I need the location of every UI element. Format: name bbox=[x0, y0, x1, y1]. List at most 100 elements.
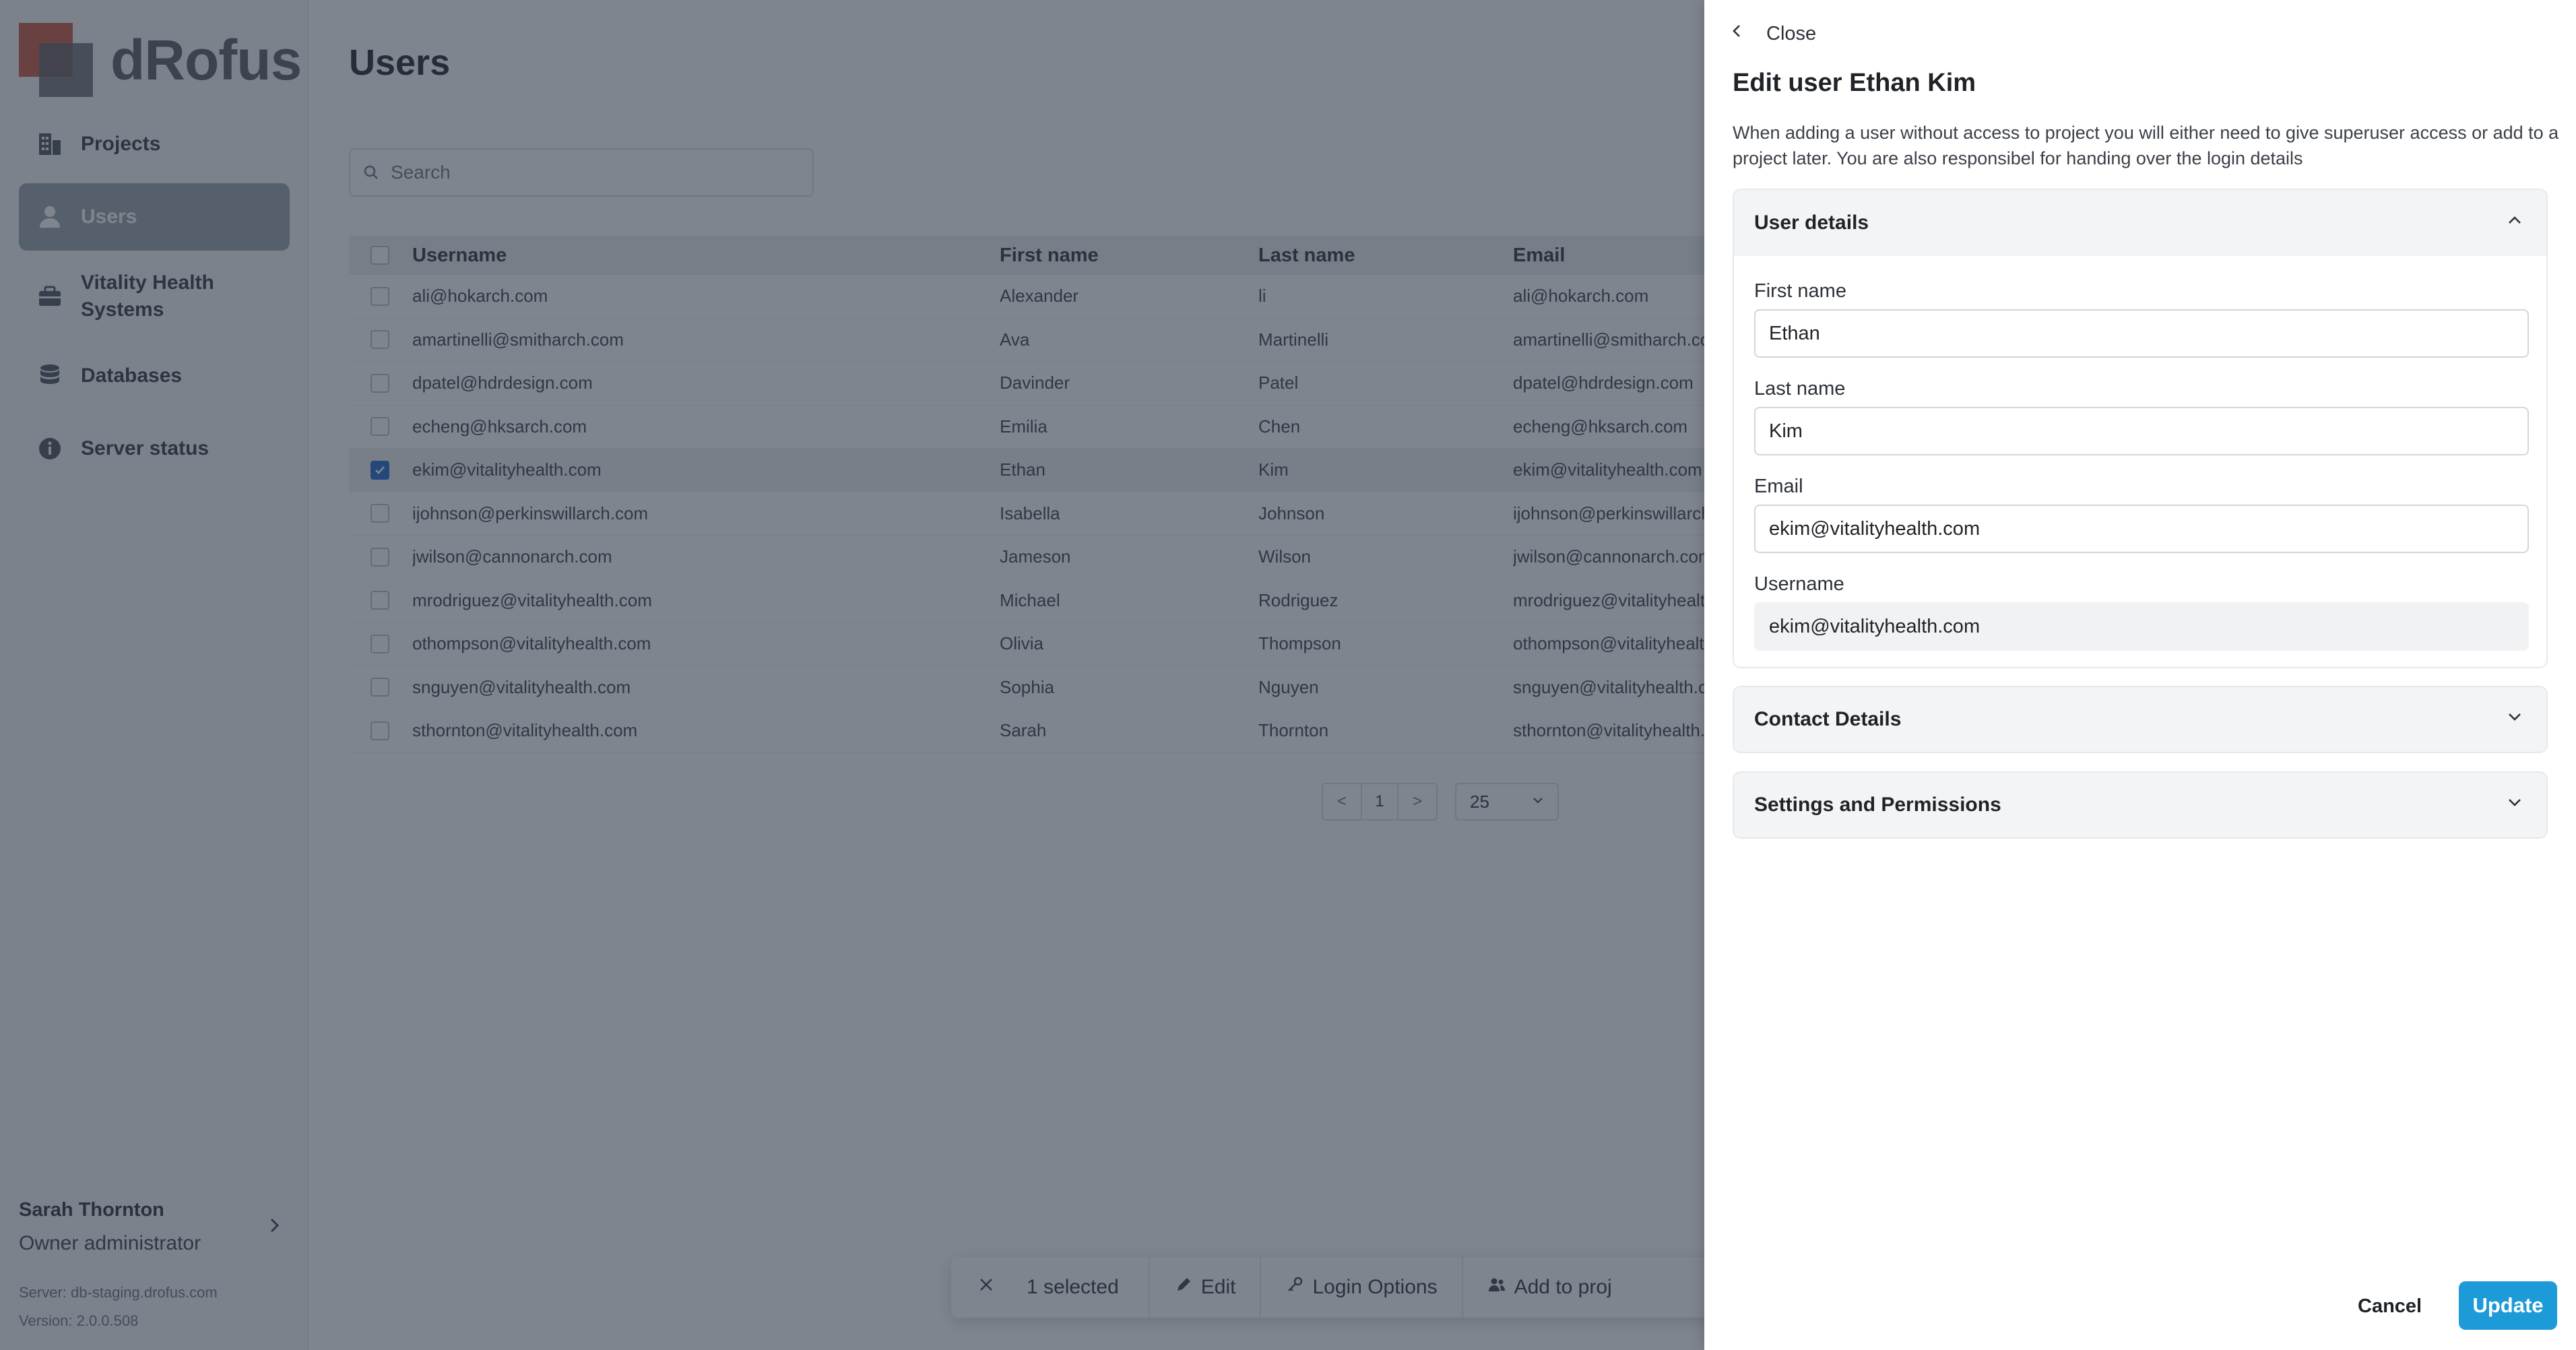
table-body: ali@hokarch.com Alexander li ali@hokarch.co… bbox=[349, 275, 1704, 753]
server-version: Version: 2.0.0.508 bbox=[19, 1312, 139, 1329]
cell-first-name: Ava bbox=[1000, 329, 1030, 350]
first-name-label: First name bbox=[1754, 280, 1846, 302]
clear-selection-button[interactable] bbox=[966, 1257, 1006, 1318]
sidebar-item-projects[interactable]: Projects bbox=[19, 110, 290, 178]
section-title: Contact Details bbox=[1754, 708, 1902, 730]
table-row[interactable]: ijohnson@perkinswillarch.com Isabella John… bbox=[349, 492, 1704, 536]
row-checkbox[interactable] bbox=[371, 721, 389, 740]
page-title: Users bbox=[349, 42, 451, 83]
cell-last-name: Johnson bbox=[1258, 503, 1325, 523]
next-page-button[interactable]: > bbox=[1398, 784, 1436, 819]
cell-username: amartinelli@smitharch.com bbox=[412, 329, 624, 350]
sidebar-item-databases[interactable]: Databases bbox=[19, 342, 290, 410]
table-row[interactable]: echeng@hksarch.com Emilia Chen echeng@hksar… bbox=[349, 406, 1704, 449]
login-options-button[interactable]: Login Options bbox=[1261, 1257, 1463, 1318]
cancel-button[interactable]: Cancel bbox=[2358, 1289, 2422, 1323]
column-header-email[interactable]: Email bbox=[1513, 245, 1704, 267]
last-name-field[interactable]: Kim bbox=[1754, 407, 2529, 455]
add-to-project-button[interactable]: Add to proj bbox=[1463, 1257, 1636, 1318]
cell-first-name: Davinder bbox=[1000, 373, 1070, 393]
sidebar-item-server-status[interactable]: Server status bbox=[19, 415, 290, 482]
sidebar-item-label: Vitality Health Systems bbox=[81, 271, 214, 321]
cell-last-name: Wilson bbox=[1258, 546, 1312, 567]
search-icon bbox=[362, 164, 380, 181]
edit-button[interactable]: Edit bbox=[1150, 1257, 1262, 1318]
page-size-select[interactable]: 25 bbox=[1455, 783, 1559, 821]
search-input[interactable] bbox=[391, 162, 795, 183]
current-user-role: Owner administrator bbox=[19, 1232, 201, 1254]
pencil-icon bbox=[1174, 1275, 1201, 1299]
settings-permissions-header[interactable]: Settings and Permissions bbox=[1734, 773, 2546, 837]
row-checkbox[interactable] bbox=[371, 678, 389, 697]
cell-username: ijohnson@perkinswillarch.com bbox=[412, 503, 649, 523]
row-checkbox[interactable] bbox=[371, 460, 389, 480]
column-header-first-name[interactable]: First name bbox=[1000, 245, 1258, 267]
server-info: Server: db-staging.drofus.com Version: 2… bbox=[19, 1279, 218, 1335]
cell-last-name: Chen bbox=[1258, 416, 1301, 437]
user-details-body: First name Ethan Last name Kim Email eki… bbox=[1734, 256, 2546, 667]
row-checkbox[interactable] bbox=[371, 286, 389, 306]
sidebar-nav: Projects Users Vitality Health Systems D… bbox=[19, 110, 290, 488]
row-checkbox[interactable] bbox=[371, 417, 389, 437]
current-user[interactable]: Sarah Thornton Owner administrator bbox=[19, 1199, 290, 1255]
table-row[interactable]: sthornton@vitalityhealth.com Sarah Thornto… bbox=[349, 709, 1704, 753]
table-row[interactable]: snguyen@vitalityhealth.com Sophia Nguyen sn… bbox=[349, 666, 1704, 709]
cell-email: amartinelli@smitharch.com bbox=[1513, 329, 1704, 350]
row-checkbox[interactable] bbox=[371, 373, 389, 393]
email-field[interactable]: ekim@vitalityhealth.com bbox=[1754, 505, 2529, 553]
cell-first-name: Jameson bbox=[1000, 546, 1071, 567]
search-box[interactable] bbox=[349, 148, 814, 197]
prev-page-button[interactable]: < bbox=[1323, 784, 1361, 819]
cell-username: sthornton@vitalityhealth.com bbox=[412, 720, 638, 741]
logo-mark-icon bbox=[19, 23, 94, 97]
username-label: Username bbox=[1754, 573, 1844, 595]
row-checkbox[interactable] bbox=[371, 330, 389, 350]
cell-first-name: Olivia bbox=[1000, 633, 1044, 654]
cell-username: dpatel@hdrdesign.com bbox=[412, 373, 593, 393]
chevron-up-icon bbox=[2505, 210, 2525, 236]
table-row[interactable]: dpatel@hdrdesign.com Davinder Patel dpatel@… bbox=[349, 362, 1704, 406]
logo[interactable]: dRofus bbox=[19, 23, 302, 97]
close-label: Close bbox=[1766, 22, 1817, 44]
row-checkbox[interactable] bbox=[371, 547, 389, 567]
table-header: Username First name Last name Email bbox=[349, 236, 1704, 275]
cell-last-name: li bbox=[1258, 286, 1266, 307]
cell-first-name: Alexander bbox=[1000, 286, 1079, 307]
update-button[interactable]: Update bbox=[2459, 1281, 2557, 1330]
cell-email: ijohnson@perkinswillarch.com bbox=[1513, 503, 1704, 523]
table-row[interactable]: ekim@vitalityhealth.com Ethan Kim ekim@vita… bbox=[349, 449, 1704, 492]
drawer-description: When adding a user without access to pro… bbox=[1733, 123, 2559, 168]
pagination: < 1 > 25 bbox=[1322, 783, 1559, 821]
cell-first-name: Isabella bbox=[1000, 503, 1060, 523]
contact-details-header[interactable]: Contact Details bbox=[1734, 687, 2546, 752]
last-name-label: Last name bbox=[1754, 378, 1846, 399]
table-row[interactable]: amartinelli@smitharch.com Ava Martinelli am… bbox=[349, 319, 1704, 362]
table-row[interactable]: othompson@vitalityhealth.com Olivia Thomps… bbox=[349, 622, 1704, 666]
close-drawer-button[interactable]: Close bbox=[1727, 20, 1816, 47]
cell-first-name: Ethan bbox=[1000, 459, 1045, 480]
user-details-section: User details First name Ethan Last name … bbox=[1733, 189, 2548, 668]
row-checkbox[interactable] bbox=[371, 504, 389, 523]
sidebar-item-vitality-health-systems[interactable]: Vitality Health Systems bbox=[19, 256, 290, 337]
column-header-username[interactable]: Username bbox=[412, 245, 1000, 267]
table-row[interactable]: jwilson@cannonarch.com Jameson Wilson jwils… bbox=[349, 536, 1704, 579]
database-icon bbox=[36, 362, 63, 389]
table-row[interactable]: mrodriguez@vitalityhealth.com Michael Rodr… bbox=[349, 579, 1704, 622]
user-details-header[interactable]: User details bbox=[1734, 190, 2546, 256]
column-header-last-name[interactable]: Last name bbox=[1258, 245, 1513, 267]
select-all-checkbox[interactable] bbox=[371, 246, 389, 265]
page-number-button[interactable]: 1 bbox=[1361, 784, 1398, 819]
edit-button-label: Edit bbox=[1200, 1276, 1236, 1298]
row-checkbox[interactable] bbox=[371, 591, 389, 610]
row-checkbox[interactable] bbox=[371, 634, 389, 653]
section-title: User details bbox=[1754, 212, 1869, 234]
first-name-field[interactable]: Ethan bbox=[1754, 309, 2529, 358]
section-title: Settings and Permissions bbox=[1754, 794, 2001, 816]
cell-first-name: Michael bbox=[1000, 589, 1060, 610]
cell-username: snguyen@vitalityhealth.com bbox=[412, 676, 631, 697]
table-row[interactable]: ali@hokarch.com Alexander li ali@hokarch.co… bbox=[349, 275, 1704, 319]
email-label: Email bbox=[1754, 476, 1803, 497]
sidebar-item-users[interactable]: Users bbox=[19, 183, 290, 251]
chevron-right-icon[interactable] bbox=[264, 1215, 284, 1235]
cell-last-name: Rodriguez bbox=[1258, 589, 1339, 610]
